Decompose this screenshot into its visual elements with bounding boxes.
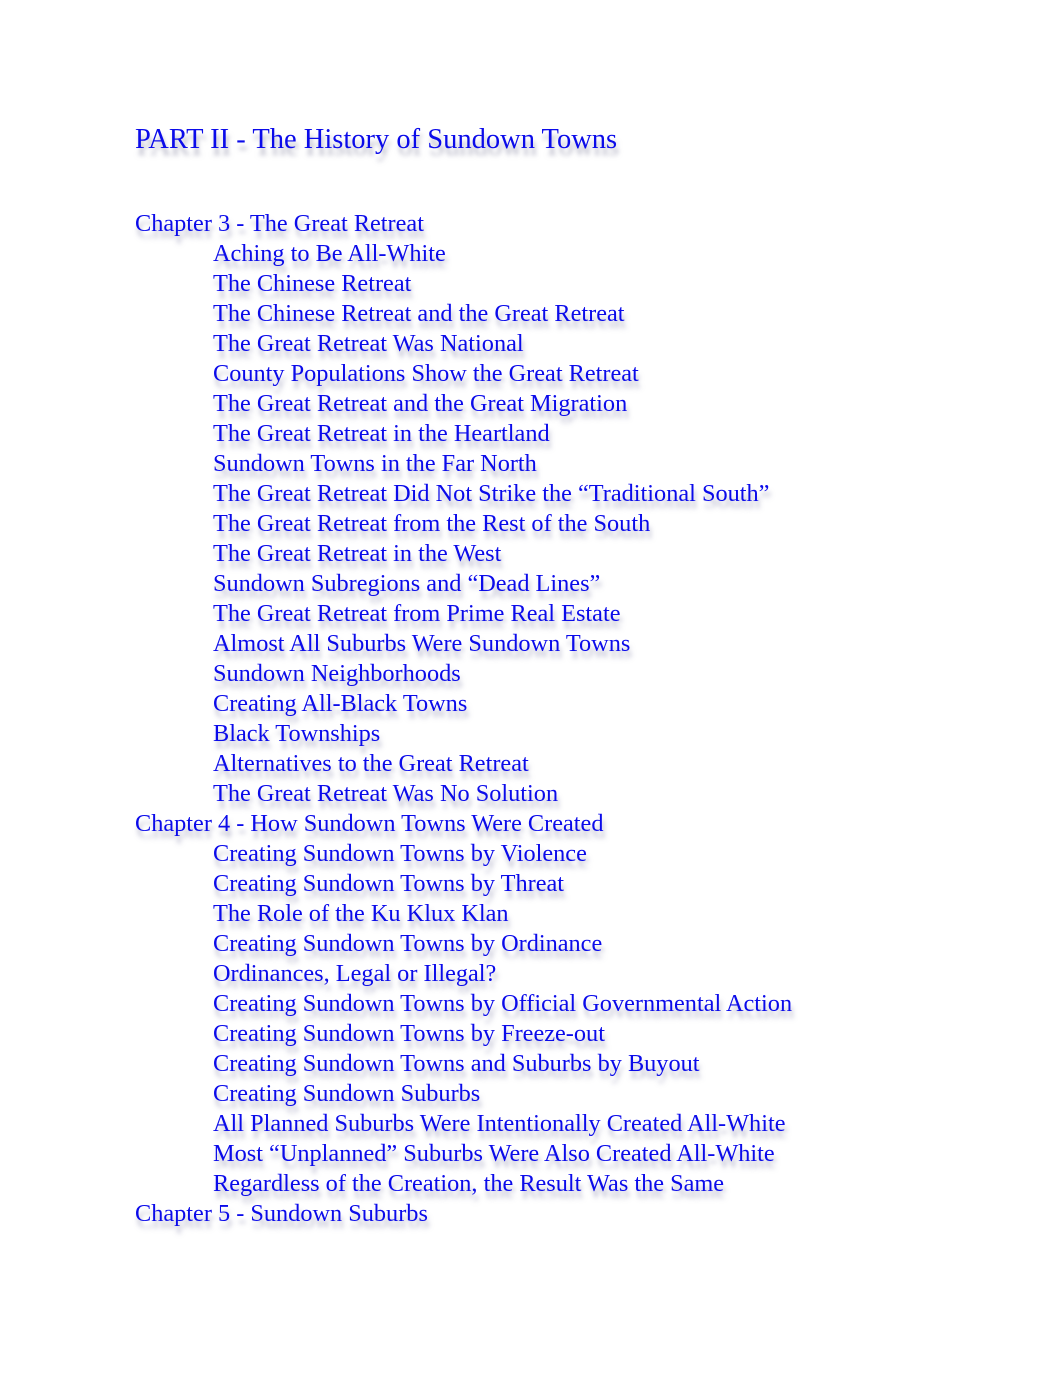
chapter-3-sections: Aching to Be All-White The Chinese Retre… <box>135 239 792 809</box>
toc-section-link[interactable]: Black Townships <box>135 719 792 749</box>
toc-section-link[interactable]: The Chinese Retreat and the Great Retrea… <box>135 299 792 329</box>
toc-section-link[interactable]: Creating Sundown Towns by Official Gover… <box>135 989 792 1019</box>
toc-section-link[interactable]: Most “Unplanned” Suburbs Were Also Creat… <box>135 1139 792 1169</box>
toc-section-link[interactable]: The Great Retreat in the West <box>135 539 792 569</box>
chapter-3-link[interactable]: Chapter 3 - The Great Retreat <box>135 209 792 239</box>
chapter-5-link[interactable]: Chapter 5 - Sundown Suburbs <box>135 1199 792 1229</box>
toc-section-link[interactable]: Creating Sundown Towns by Threat <box>135 869 792 899</box>
toc-section-link[interactable]: Sundown Towns in the Far North <box>135 449 792 479</box>
toc-section-link[interactable]: Creating Sundown Towns by Ordinance <box>135 929 792 959</box>
toc-section-link[interactable]: Aching to Be All-White <box>135 239 792 269</box>
toc-section-link[interactable]: Creating Sundown Towns and Suburbs by Bu… <box>135 1049 792 1079</box>
chapter-4-link[interactable]: Chapter 4 - How Sundown Towns Were Creat… <box>135 809 792 839</box>
toc-section-link[interactable]: The Great Retreat from Prime Real Estate <box>135 599 792 629</box>
chapter-4: Chapter 4 - How Sundown Towns Were Creat… <box>135 809 792 1199</box>
table-of-contents: Chapter 3 - The Great Retreat Aching to … <box>135 209 792 1229</box>
toc-section-link[interactable]: County Populations Show the Great Retrea… <box>135 359 792 389</box>
toc-section-link[interactable]: Ordinances, Legal or Illegal? <box>135 959 792 989</box>
toc-section-link[interactable]: The Chinese Retreat <box>135 269 792 299</box>
part-title: PART II - The History of Sundown Towns <box>135 124 618 155</box>
toc-section-link[interactable]: Sundown Neighborhoods <box>135 659 792 689</box>
toc-section-link[interactable]: Alternatives to the Great Retreat <box>135 749 792 779</box>
toc-section-link[interactable]: The Role of the Ku Klux Klan <box>135 899 792 929</box>
toc-section-link[interactable]: The Great Retreat in the Heartland <box>135 419 792 449</box>
toc-section-link[interactable]: The Great Retreat and the Great Migratio… <box>135 389 792 419</box>
toc-section-link[interactable]: All Planned Suburbs Were Intentionally C… <box>135 1109 792 1139</box>
toc-section-link[interactable]: Creating All-Black Towns <box>135 689 792 719</box>
toc-section-link[interactable]: The Great Retreat Was No Solution <box>135 779 792 809</box>
chapter-3: Chapter 3 - The Great Retreat Aching to … <box>135 209 792 809</box>
toc-section-link[interactable]: Sundown Subregions and “Dead Lines” <box>135 569 792 599</box>
chapter-5: Chapter 5 - Sundown Suburbs <box>135 1199 792 1229</box>
toc-section-link[interactable]: Creating Sundown Suburbs <box>135 1079 792 1109</box>
toc-section-link[interactable]: The Great Retreat Did Not Strike the “Tr… <box>135 479 792 509</box>
toc-section-link[interactable]: The Great Retreat from the Rest of the S… <box>135 509 792 539</box>
toc-section-link[interactable]: The Great Retreat Was National <box>135 329 792 359</box>
toc-section-link[interactable]: Regardless of the Creation, the Result W… <box>135 1169 792 1199</box>
chapter-4-sections: Creating Sundown Towns by Violence Creat… <box>135 839 792 1199</box>
toc-section-link[interactable]: Creating Sundown Towns by Violence <box>135 839 792 869</box>
toc-section-link[interactable]: Creating Sundown Towns by Freeze-out <box>135 1019 792 1049</box>
toc-section-link[interactable]: Almost All Suburbs Were Sundown Towns <box>135 629 792 659</box>
